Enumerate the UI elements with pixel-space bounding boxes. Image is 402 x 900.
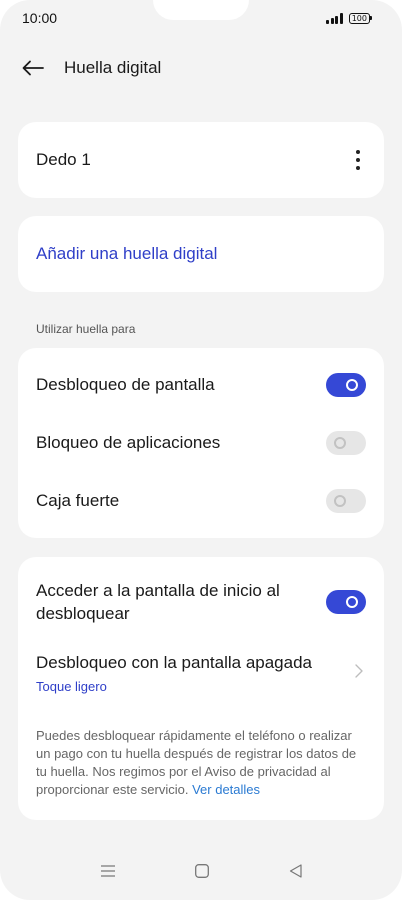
page-header: Huella digital bbox=[22, 56, 161, 80]
row-label: Caja fuerte bbox=[36, 491, 120, 510]
toggle-home-unlock[interactable] bbox=[326, 590, 366, 614]
row-app-lock[interactable]: Bloqueo de aplicaciones bbox=[36, 431, 366, 455]
status-bar: 10:00 100 bbox=[0, 0, 402, 36]
finger-label: Dedo 1 bbox=[36, 150, 91, 169]
more-options-card: Acceder a la pantalla de inicio al desbl… bbox=[18, 557, 384, 820]
page-title: Huella digital bbox=[64, 58, 162, 77]
row-safe[interactable]: Caja fuerte bbox=[36, 489, 366, 513]
row-title: Desbloqueo con la pantalla apagada bbox=[36, 653, 313, 672]
finger-item[interactable]: Dedo 1 bbox=[18, 122, 384, 198]
signal-icon bbox=[326, 12, 343, 24]
navigation-bar bbox=[0, 856, 402, 886]
chevron-right-icon bbox=[354, 663, 364, 684]
status-time: 10:00 bbox=[22, 10, 58, 26]
more-vertical-icon[interactable] bbox=[352, 146, 364, 174]
menu-icon[interactable] bbox=[100, 865, 115, 877]
row-label: Desbloqueo de pantalla bbox=[36, 375, 215, 394]
details-link[interactable]: Ver detalles bbox=[192, 782, 260, 797]
row-label: Acceder a la pantalla de inicio al desbl… bbox=[36, 581, 280, 623]
info-text: Puedes desbloquear rápidamente el teléfo… bbox=[36, 727, 366, 799]
row-screen-unlock[interactable]: Desbloqueo de pantalla bbox=[36, 373, 366, 397]
toggle-screen-unlock[interactable] bbox=[326, 373, 366, 397]
home-icon[interactable] bbox=[194, 864, 209, 878]
row-value: Toque ligero bbox=[36, 679, 107, 694]
add-fingerprint-label: Añadir una huella digital bbox=[36, 244, 218, 263]
row-home-unlock[interactable]: Acceder a la pantalla de inicio al desbl… bbox=[36, 579, 366, 625]
toggle-safe[interactable] bbox=[326, 489, 366, 513]
row-screen-off-unlock[interactable]: Desbloqueo con la pantalla apagada Toque… bbox=[36, 653, 366, 694]
phone-screen: 10:00 100 Huella digital Dedo 1 Añadir u… bbox=[0, 0, 402, 900]
toggle-app-lock[interactable] bbox=[326, 431, 366, 455]
use-fingerprint-card: Desbloqueo de pantalla Bloqueo de aplica… bbox=[18, 348, 384, 538]
battery-icon: 100 bbox=[348, 12, 372, 24]
section-label-use: Utilizar huella para bbox=[36, 322, 136, 336]
back-arrow-icon[interactable] bbox=[22, 56, 46, 80]
status-icons: 100 bbox=[326, 12, 372, 24]
battery-level: 100 bbox=[348, 12, 370, 24]
row-label: Bloqueo de aplicaciones bbox=[36, 433, 221, 452]
back-icon[interactable] bbox=[289, 864, 302, 878]
add-fingerprint-button[interactable]: Añadir una huella digital bbox=[18, 216, 384, 292]
